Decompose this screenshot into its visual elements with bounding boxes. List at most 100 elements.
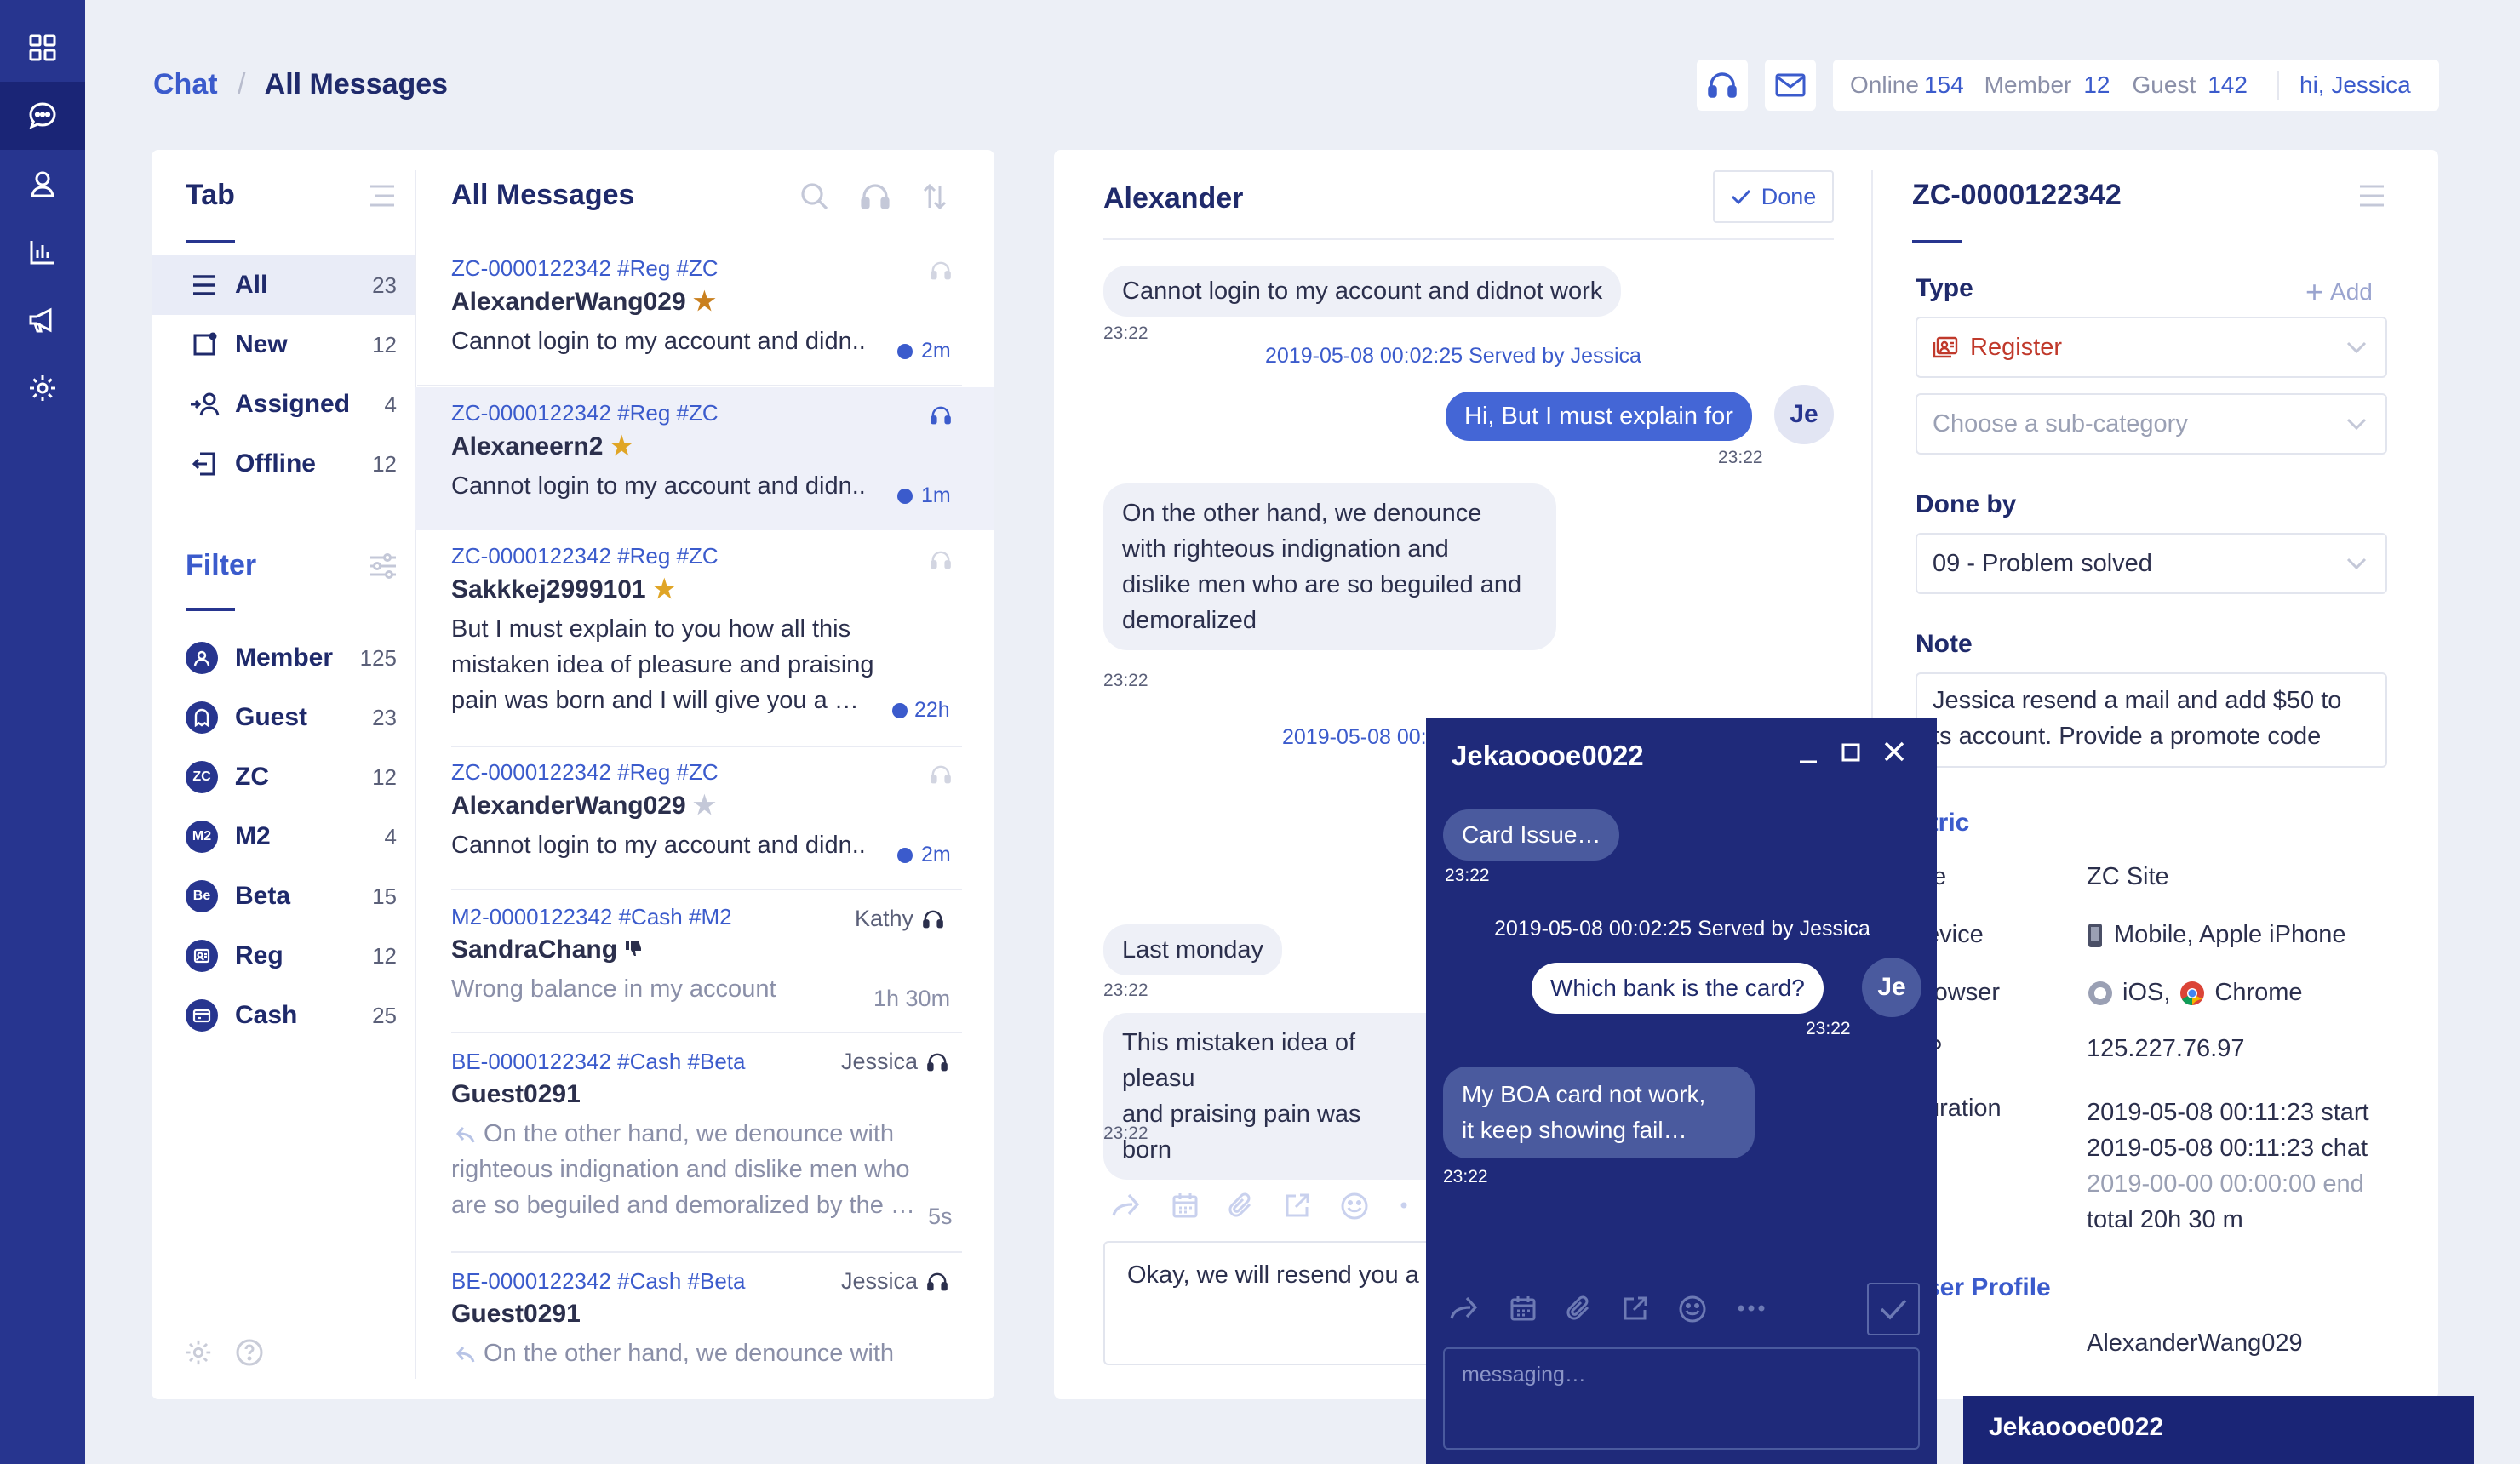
online-count: 154 <box>1923 71 1964 98</box>
list-item[interactable]: ZC-0000122342 #Reg #ZC Sakkkej2999101 ★ … <box>451 543 962 718</box>
message-time: 5s <box>928 1204 953 1229</box>
emoji-icon[interactable] <box>1340 1192 1369 1221</box>
greeting-link[interactable]: hi, Jessica <box>2300 71 2411 99</box>
filter-zc[interactable]: ZC ZC 12 <box>152 747 415 807</box>
minimized-chat-tab[interactable]: Jekaoooe0022 <box>1963 1396 2474 1464</box>
filter-beta[interactable]: Be Beta 15 <box>152 866 415 926</box>
subcategory-select[interactable]: Choose a sub-category <box>1916 393 2387 455</box>
headset-button[interactable] <box>1697 60 1748 111</box>
minimize-icon[interactable] <box>1797 745 1819 767</box>
assign-user-icon <box>186 392 223 417</box>
message-time: 2m <box>897 843 951 867</box>
search-icon[interactable] <box>800 182 829 211</box>
filter-count: 125 <box>359 644 397 671</box>
served-by-note: 2019-05-08 00:02:25 Served by Jessica <box>1494 917 1870 941</box>
more-icon[interactable] <box>1398 1192 1410 1219</box>
more-icon[interactable] <box>1736 1295 1767 1322</box>
tab-offline[interactable]: Offline 12 <box>152 434 415 494</box>
browser-value: iOS, Chrome <box>2087 979 2303 1007</box>
ip-value: 125.227.76.97 <box>2087 1035 2245 1062</box>
mail-button[interactable] <box>1765 60 1816 111</box>
duration-label: uration <box>1926 1095 2002 1122</box>
guest-icon <box>186 701 218 734</box>
profile-link[interactable]: AlexanderWang029 <box>2087 1330 2303 1358</box>
attach-icon[interactable] <box>1566 1295 1593 1322</box>
list-item[interactable]: ZC-0000122342 #Reg #ZC Alexaneern2 ★ Can… <box>451 400 962 504</box>
message-time: 1m <box>897 483 951 508</box>
tab-assigned[interactable]: Assigned 4 <box>152 375 415 434</box>
note-textarea[interactable]: Jessica resend a mail and add $50 to ts a… <box>1916 672 2387 768</box>
popup-message-input[interactable]: messaging… <box>1443 1347 1920 1450</box>
filter-m2[interactable]: M2 M2 4 <box>152 807 415 866</box>
filter-label: Beta <box>235 882 291 910</box>
message-preview: On the other hand, we denounce with right… <box>451 1120 915 1219</box>
tab-all[interactable]: All 23 <box>152 255 415 315</box>
gear-icon[interactable] <box>0 354 85 422</box>
site-value[interactable]: ZC Site <box>2087 863 2169 891</box>
megaphone-icon[interactable] <box>0 286 85 354</box>
chart-icon[interactable] <box>0 218 85 286</box>
filter-count: 4 <box>384 823 397 849</box>
member-count: 12 <box>2083 71 2110 98</box>
maximize-icon[interactable] <box>1840 741 1862 763</box>
type-select[interactable]: Register <box>1916 317 2387 378</box>
message-sender: SandraChang <box>451 935 962 964</box>
tab-count: 12 <box>372 331 397 357</box>
external-link-icon[interactable] <box>1622 1295 1649 1322</box>
filter-guest[interactable]: Guest 23 <box>152 688 415 747</box>
forward-icon[interactable] <box>1112 1192 1143 1217</box>
emoji-icon[interactable] <box>1678 1295 1707 1324</box>
send-button[interactable] <box>1867 1283 1920 1335</box>
details-menu-icon[interactable] <box>2358 183 2385 209</box>
filter-settings-icon[interactable] <box>369 552 398 580</box>
filter-label: ZC <box>235 763 269 791</box>
chat-title: Alexander <box>1103 182 1244 214</box>
chat-icon[interactable] <box>0 82 85 150</box>
external-link-icon[interactable] <box>1284 1192 1311 1219</box>
sort-icon[interactable] <box>921 182 948 211</box>
calendar-icon[interactable] <box>1509 1295 1537 1322</box>
message-tags: ZC-0000122342 #Reg #ZC <box>451 255 719 281</box>
message-sender: AlexanderWang029 ★ <box>451 792 716 820</box>
tab-menu-icon[interactable] <box>369 183 396 209</box>
logout-icon <box>186 451 223 477</box>
chevron-down-icon <box>2346 558 2367 569</box>
grid-icon[interactable] <box>0 14 85 82</box>
list-item[interactable]: ZC-0000122342 #Reg #ZC AlexanderWang029 … <box>451 255 962 359</box>
message-time: 22h <box>892 698 950 723</box>
tab-new[interactable]: New 12 <box>152 315 415 375</box>
filter-member[interactable]: Member 125 <box>152 628 415 688</box>
tab-label: Offline <box>235 449 316 478</box>
avatar: Je <box>1862 958 1922 1017</box>
forward-icon[interactable] <box>1450 1295 1480 1320</box>
star-icon[interactable]: ★ <box>693 288 716 316</box>
attach-icon[interactable] <box>1228 1192 1255 1219</box>
timestamp: 23:22 <box>1445 866 1490 885</box>
divider <box>451 746 962 747</box>
calendar-icon[interactable] <box>1171 1192 1199 1219</box>
message-tags: ZC-0000122342 #Reg #ZC <box>451 400 719 426</box>
message-tags: ZC-0000122342 #Reg #ZC <box>451 759 719 785</box>
chat-toolbar <box>1112 1192 1410 1221</box>
message-sender: Guest0291 <box>451 1300 581 1328</box>
filter-underline <box>186 608 235 611</box>
add-type-button[interactable]: + Add <box>2305 274 2373 310</box>
filter-cash[interactable]: Cash 25 <box>152 986 415 1045</box>
done-button[interactable]: Done <box>1713 170 1834 223</box>
message-preview: Cannot login to my account and didn.. <box>451 472 866 500</box>
close-icon[interactable] <box>1882 740 1906 763</box>
star-icon[interactable]: ★ <box>653 575 676 603</box>
star-icon[interactable]: ★ <box>693 792 716 820</box>
user-icon[interactable] <box>0 150 85 218</box>
help-icon[interactable] <box>235 1338 264 1367</box>
done-by-select[interactable]: 09 - Problem solved <box>1916 533 2387 594</box>
settings-icon[interactable] <box>184 1338 213 1367</box>
tab-underline <box>186 240 235 243</box>
reply-input[interactable]: Okay, we will resend you a l <box>1103 1241 1461 1365</box>
tab-count: 4 <box>384 391 397 417</box>
filter-reg[interactable]: Reg 12 <box>152 926 415 986</box>
star-icon[interactable]: ★ <box>610 432 633 460</box>
list-item[interactable]: ZC-0000122342 #Reg #ZC AlexanderWang029 … <box>451 759 962 863</box>
headset-filter-icon[interactable] <box>860 182 891 211</box>
breadcrumb-root[interactable]: Chat <box>153 68 218 100</box>
